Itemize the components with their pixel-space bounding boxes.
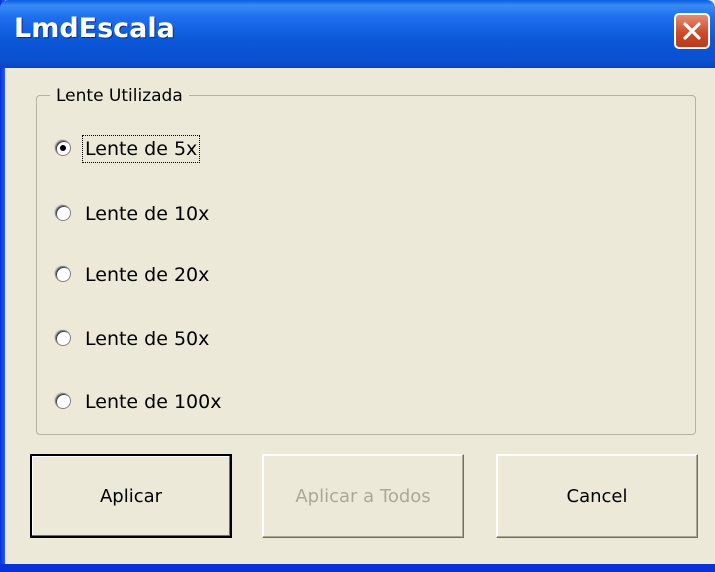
window-title: LmdEscala	[14, 13, 175, 44]
radio-label[interactable]: Lente de 50x	[83, 326, 211, 352]
radio-label[interactable]: Lente de 100x	[83, 389, 223, 415]
close-icon	[683, 22, 701, 40]
radio-label[interactable]: Lente de 20x	[83, 262, 211, 288]
close-button[interactable]	[674, 13, 710, 49]
window-frame-left	[0, 0, 5, 572]
radio-selected-dot	[60, 145, 66, 151]
dialog-window: LmdEscala Lente Utilizada Lente de 5x Le…	[0, 0, 715, 572]
groupbox-legend: Lente Utilizada	[50, 86, 189, 106]
radio-button[interactable]	[55, 266, 71, 282]
radio-button[interactable]	[55, 205, 71, 221]
radio-label[interactable]: Lente de 5x	[81, 135, 201, 163]
apply-button[interactable]: Aplicar	[30, 454, 232, 538]
radio-label[interactable]: Lente de 10x	[83, 201, 211, 227]
radio-button[interactable]	[55, 140, 71, 156]
radio-button[interactable]	[55, 330, 71, 346]
apply-all-button[interactable]: Aplicar a Todos	[262, 454, 464, 538]
radio-button[interactable]	[55, 393, 71, 409]
title-bar[interactable]: LmdEscala	[0, 0, 715, 68]
cancel-button[interactable]: Cancel	[496, 454, 698, 538]
window-frame-bottom	[0, 564, 715, 572]
